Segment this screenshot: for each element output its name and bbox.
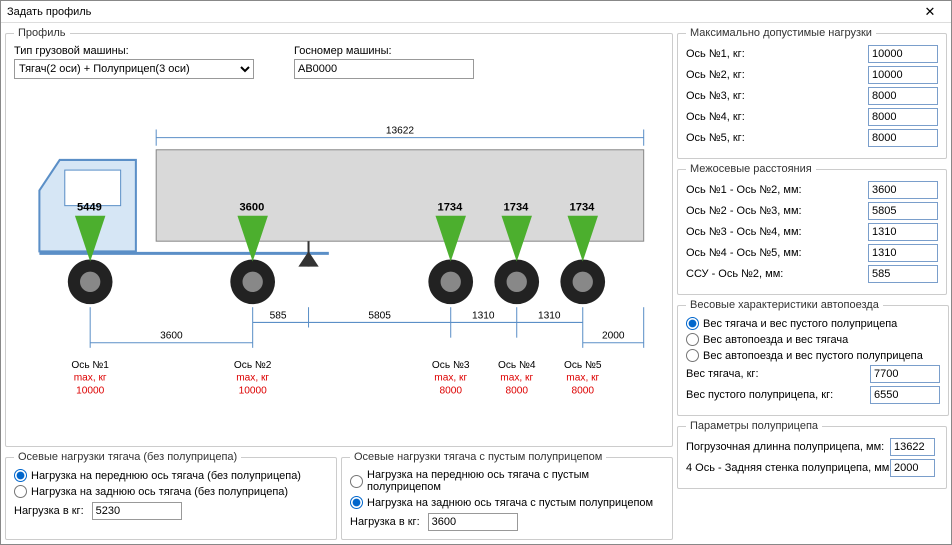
svg-text:1310: 1310 (538, 310, 561, 321)
weight-opt2-radio[interactable] (686, 333, 699, 346)
trailer-length-input[interactable] (890, 438, 935, 456)
dist-34-input[interactable] (868, 223, 938, 241)
dist-ssu-input[interactable] (868, 265, 938, 283)
maxload-3-input[interactable] (868, 87, 938, 105)
axle-tractor-rear-radio[interactable] (14, 485, 27, 498)
truck-diagram: 13622 (14, 85, 664, 438)
svg-text:1734: 1734 (438, 202, 464, 214)
weights-group: Весовые характеристики автопоезда Вес тя… (677, 299, 949, 416)
svg-text:max, кг: max, кг (434, 372, 467, 383)
maxload-1-input[interactable] (868, 45, 938, 63)
plate-label: Госномер машины: (294, 45, 474, 57)
axle-tractor-legend: Осевые нагрузки тягача (без полуприцепа) (14, 451, 241, 463)
window: Задать профиль ✕ Профиль Тип грузовой ма… (0, 0, 952, 545)
weight-opt1-radio[interactable] (686, 317, 699, 330)
axle-empty-front-radio[interactable] (350, 475, 363, 488)
svg-text:8000: 8000 (571, 386, 594, 397)
titlebar: Задать профиль ✕ (1, 1, 951, 23)
profile-group: Профиль Тип грузовой машины: Тягач(2 оси… (5, 27, 673, 447)
svg-text:3600: 3600 (239, 202, 264, 214)
svg-text:8000: 8000 (439, 386, 462, 397)
maxload-5-input[interactable] (868, 129, 938, 147)
maxloads-group: Максимально допустимые нагрузки Ось №1, … (677, 27, 947, 159)
svg-text:5805: 5805 (368, 310, 391, 321)
axle-tractor-group: Осевые нагрузки тягача (без полуприцепа)… (5, 451, 337, 540)
maxload-2-input[interactable] (868, 66, 938, 84)
svg-text:max, кг: max, кг (500, 372, 533, 383)
axle-tractor-load-input[interactable] (92, 502, 182, 520)
dist-12-input[interactable] (868, 181, 938, 199)
dist-23-input[interactable] (868, 202, 938, 220)
svg-text:8000: 8000 (505, 386, 528, 397)
svg-text:Ось №1: Ось №1 (71, 360, 109, 371)
svg-text:585: 585 (270, 310, 287, 321)
axle-empty-legend: Осевые нагрузки тягача с пустым полуприц… (350, 451, 606, 463)
truck-type-select[interactable]: Тягач(2 оси) + Полуприцеп(3 оси) (14, 59, 254, 79)
svg-text:1310: 1310 (472, 310, 495, 321)
svg-text:max, кг: max, кг (566, 372, 599, 383)
svg-text:Ось №5: Ось №5 (564, 360, 602, 371)
svg-text:13622: 13622 (386, 126, 415, 137)
trailer-params-group: Параметры полуприцепа Погрузочная длинна… (677, 420, 947, 489)
axle-empty-rear-radio[interactable] (350, 496, 363, 509)
window-title: Задать профиль (7, 6, 915, 18)
svg-text:1734: 1734 (504, 202, 530, 214)
svg-text:Ось №4: Ось №4 (498, 360, 536, 371)
svg-text:max, кг: max, кг (236, 372, 269, 383)
profile-legend: Профиль (14, 27, 70, 39)
svg-text:3600: 3600 (160, 331, 183, 342)
svg-text:5449: 5449 (77, 202, 102, 214)
dist-45-input[interactable] (868, 244, 938, 262)
axle-tractor-front-radio[interactable] (14, 469, 27, 482)
close-button[interactable]: ✕ (915, 4, 945, 20)
truck-type-label: Тип грузовой машины: (14, 45, 254, 57)
plate-input[interactable] (294, 59, 474, 79)
svg-text:Ось №3: Ось №3 (432, 360, 470, 371)
svg-text:2000: 2000 (602, 331, 625, 342)
svg-text:10000: 10000 (239, 386, 268, 397)
weight-opt3-radio[interactable] (686, 349, 699, 362)
svg-text:Ось №2: Ось №2 (234, 360, 272, 371)
maxload-4-input[interactable] (868, 108, 938, 126)
svg-text:max, кг: max, кг (74, 372, 107, 383)
trailer-rear-input[interactable] (890, 459, 935, 477)
axle-empty-load-input[interactable] (428, 513, 518, 531)
axle-empty-group: Осевые нагрузки тягача с пустым полуприц… (341, 451, 673, 540)
svg-text:10000: 10000 (76, 386, 105, 397)
distances-group: Межосевые расстояния Ось №1 - Ось №2, мм… (677, 163, 947, 295)
tractor-weight-input[interactable] (870, 365, 940, 383)
trailer-weight-input[interactable] (870, 386, 940, 404)
svg-text:1734: 1734 (570, 202, 596, 214)
